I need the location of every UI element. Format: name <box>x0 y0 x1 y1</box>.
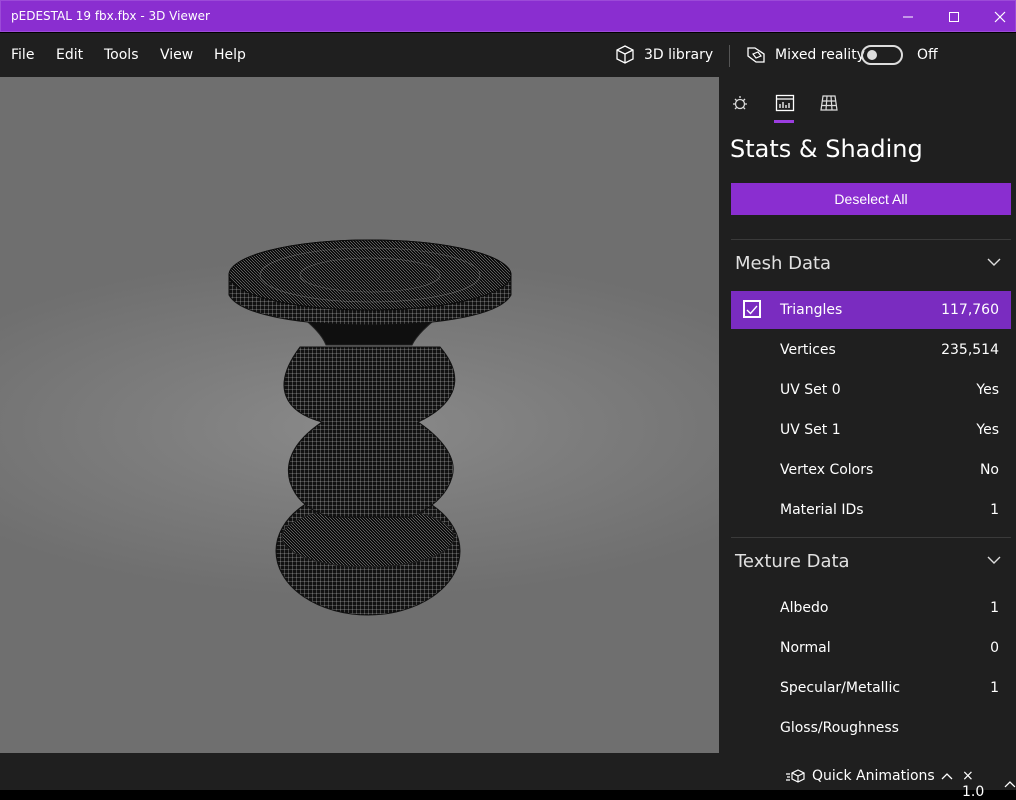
mixed-reality-toggle[interactable] <box>861 45 903 65</box>
mesh-data-header[interactable]: Mesh Data <box>731 241 1011 287</box>
chevron-up-icon <box>1004 781 1016 788</box>
menu-bar: File Edit Tools View Help 3D library Mix… <box>0 33 1016 77</box>
chevron-down-icon <box>987 258 1001 266</box>
mesh-data-label: Mesh Data <box>735 253 832 274</box>
divider <box>731 537 1011 538</box>
3d-library-button[interactable]: 3D library <box>614 43 713 67</box>
stat-value: 0 <box>990 640 999 656</box>
close-icon <box>994 11 1006 23</box>
triangles-checkbox[interactable] <box>743 300 761 318</box>
panel-title: Stats & Shading <box>730 135 923 163</box>
lighting-icon <box>733 96 747 110</box>
stat-row-albedo[interactable]: Albedo 1 <box>731 589 1011 627</box>
stat-label: Gloss/Roughness <box>780 720 899 736</box>
stat-row-vertices[interactable]: Vertices 235,514 <box>731 331 1011 369</box>
animation-speed-label: × 1.0 <box>962 768 985 800</box>
stat-value: 1 <box>990 600 999 616</box>
active-tab-indicator <box>774 120 794 123</box>
stat-row-material-ids[interactable]: Material IDs 1 <box>731 491 1011 529</box>
toggle-knob <box>867 50 877 60</box>
quick-animations-label: Quick Animations <box>812 768 935 784</box>
animation-speed-button[interactable]: × 1.0 <box>962 768 1016 800</box>
chevron-down-icon <box>987 556 1001 564</box>
tab-lighting[interactable] <box>726 89 754 117</box>
stat-value: 1 <box>990 502 999 518</box>
stat-row-uv-set-0[interactable]: UV Set 0 Yes <box>731 371 1011 409</box>
quick-animations-button[interactable]: Quick Animations <box>786 768 953 784</box>
stat-value: Yes <box>976 382 999 398</box>
stat-value: 117,760 <box>941 302 999 318</box>
stat-row-normal[interactable]: Normal 0 <box>731 629 1011 667</box>
stat-label: UV Set 0 <box>780 382 841 398</box>
toolbar-divider <box>729 45 730 67</box>
menu-tools[interactable]: Tools <box>104 47 139 63</box>
deselect-all-button[interactable]: Deselect All <box>731 183 1011 215</box>
texture-data-label: Texture Data <box>735 551 850 572</box>
stats-icon <box>775 94 795 112</box>
toggle-state-label: Off <box>917 47 938 63</box>
menu-help[interactable]: Help <box>214 47 246 63</box>
tab-grid[interactable] <box>815 89 843 117</box>
animation-icon <box>786 769 805 783</box>
stat-row-gloss-roughness[interactable]: Gloss/Roughness <box>731 709 1011 747</box>
stat-label: Albedo <box>780 600 829 616</box>
maximize-icon <box>949 12 959 22</box>
maximize-button[interactable] <box>931 1 977 33</box>
stat-label: Vertices <box>780 342 836 358</box>
menu-view[interactable]: View <box>160 47 193 63</box>
divider <box>731 239 1011 240</box>
stat-value: 235,514 <box>941 342 999 358</box>
tab-stats-shading[interactable] <box>771 89 799 117</box>
mixed-reality-label: Mixed reality <box>775 47 865 63</box>
stat-label: Normal <box>780 640 831 656</box>
checkbox-check-icon <box>746 305 758 315</box>
mixed-reality-icon <box>747 47 765 63</box>
stats-panel: Stats & Shading Deselect All Mesh Data T… <box>719 77 1016 753</box>
chevron-up-icon <box>941 773 953 780</box>
minimize-icon <box>903 16 913 18</box>
close-button[interactable] <box>977 1 1016 33</box>
window-title: pEDESTAL 19 fbx.fbx - 3D Viewer <box>11 9 210 23</box>
stat-row-specular-metallic[interactable]: Specular/Metallic 1 <box>731 669 1011 707</box>
stat-value: Yes <box>976 422 999 438</box>
stat-row-triangles[interactable]: Triangles 117,760 <box>731 291 1011 329</box>
texture-data-header[interactable]: Texture Data <box>731 539 1011 585</box>
3d-library-label: 3D library <box>644 47 714 63</box>
stat-row-uv-set-1[interactable]: UV Set 1 Yes <box>731 411 1011 449</box>
minimize-button[interactable] <box>885 1 931 33</box>
3d-viewport[interactable] <box>0 77 719 753</box>
title-bar: pEDESTAL 19 fbx.fbx - 3D Viewer <box>0 0 1016 32</box>
menu-file[interactable]: File <box>11 47 34 63</box>
status-bar: Quick Animations × 1.0 <box>0 753 1016 800</box>
stat-label: Triangles <box>780 302 843 318</box>
stat-value: 1 <box>990 680 999 696</box>
grid-icon <box>820 95 838 111</box>
menu-edit[interactable]: Edit <box>56 47 83 63</box>
stat-label: Material IDs <box>780 502 864 518</box>
stat-row-vertex-colors[interactable]: Vertex Colors No <box>731 451 1011 489</box>
stat-label: Vertex Colors <box>780 462 874 478</box>
mixed-reality-button[interactable]: Mixed reality <box>745 43 865 67</box>
pedestal-model <box>228 239 512 616</box>
cube-library-icon <box>616 45 634 64</box>
stat-label: UV Set 1 <box>780 422 841 438</box>
stat-value: No <box>979 462 999 478</box>
stat-label: Specular/Metallic <box>780 680 901 696</box>
